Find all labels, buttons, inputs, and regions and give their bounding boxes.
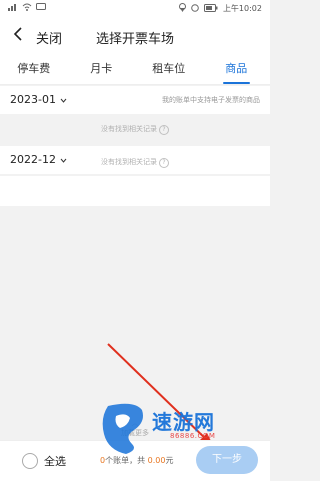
watermark-logo: 速游网 86886.COM — [98, 400, 258, 458]
select-all-radio[interactable] — [22, 453, 38, 469]
watermark-text: 速游网 — [152, 410, 215, 434]
watermark-site: 86886.COM — [170, 432, 216, 440]
select-all-label[interactable]: 全选 — [44, 453, 66, 469]
watermark-emblem-icon — [102, 403, 143, 454]
